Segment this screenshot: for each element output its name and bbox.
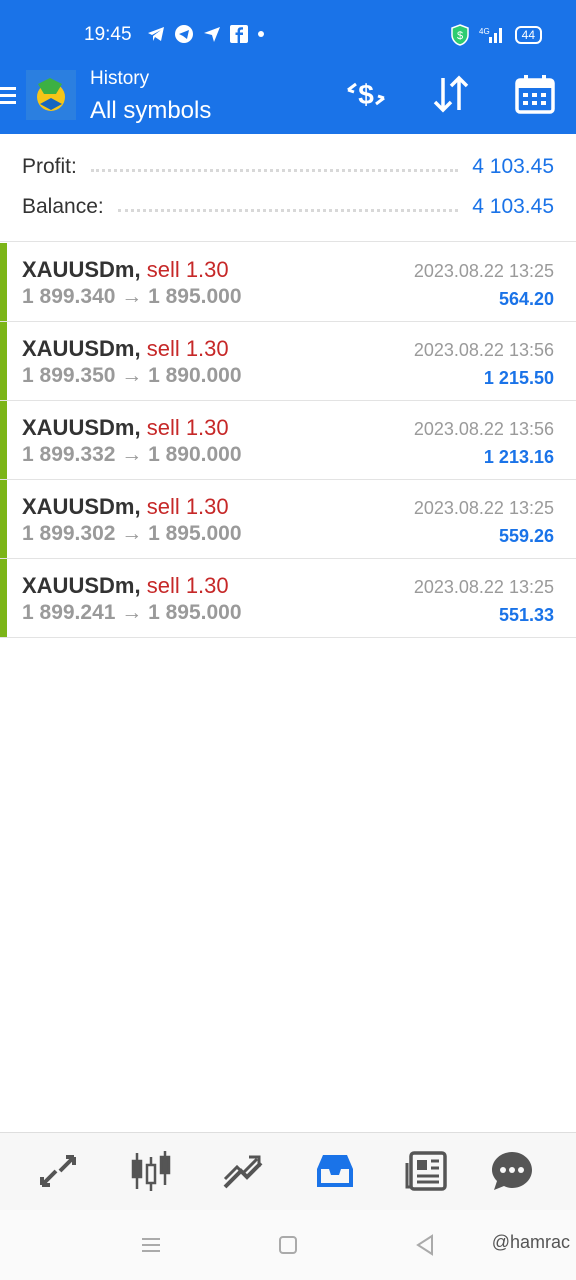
- profit-indicator-bar: [0, 480, 7, 558]
- news-icon[interactable]: [405, 1149, 449, 1193]
- menu-icon[interactable]: [0, 84, 16, 108]
- deal-row[interactable]: XAUUSDm, sell 1.30 1 899.241 → 1 895.000…: [0, 559, 576, 638]
- system-icons: $ 4G 44: [450, 24, 542, 46]
- dotted-leader: [90, 168, 459, 172]
- watermark-text: @hamrac: [491, 1232, 570, 1252]
- system-nav-bar: [0, 1210, 576, 1280]
- profit-label: Profit:: [22, 155, 77, 178]
- facebook-icon: [230, 25, 248, 43]
- battery-indicator: 44: [514, 26, 542, 44]
- balance-value: 4 103.45: [472, 195, 554, 218]
- deal-type: sell 1.30: [146, 415, 229, 440]
- signal-icon: 4G: [479, 27, 502, 43]
- deal-profit: 551.33: [498, 605, 554, 625]
- profit-indicator-bar: [0, 559, 7, 637]
- app-logo: [26, 70, 76, 120]
- calendar-icon[interactable]: [513, 72, 557, 116]
- deal-type: sell 1.30: [146, 257, 229, 282]
- more-dot-icon: [258, 31, 264, 37]
- quotes-icon[interactable]: [36, 1149, 80, 1193]
- messages-icon[interactable]: [490, 1149, 534, 1193]
- deal-prices: 1 899.332 → 1 890.000: [22, 443, 242, 466]
- deal-date: 2023.08.22 13:56: [413, 340, 554, 360]
- trade-icon[interactable]: [221, 1149, 265, 1193]
- deal-symbol: XAUUSDm, sell 1.30: [22, 257, 229, 282]
- deal-symbol: XAUUSDm, sell 1.30: [22, 494, 229, 519]
- deal-type: sell 1.30: [146, 573, 229, 598]
- status-time: 19:45: [84, 24, 132, 45]
- status-bar: 19:45 $ 4G 44: [0, 0, 576, 70]
- history-icon[interactable]: [313, 1149, 357, 1193]
- balance-row: Balance: 4 103.45: [22, 192, 554, 222]
- deal-profit: 559.26: [498, 526, 554, 546]
- notification-icons: [146, 24, 266, 44]
- bottom-tab-bar: [0, 1132, 576, 1210]
- deal-date: 2023.08.22 13:25: [413, 498, 554, 518]
- home-icon[interactable]: [277, 1234, 299, 1256]
- deal-symbol: XAUUSDm, sell 1.30: [22, 336, 229, 361]
- send-icon: [204, 27, 220, 42]
- deal-row[interactable]: XAUUSDm, sell 1.30 1 899.332 → 1 890.000…: [0, 401, 576, 480]
- balance-label: Balance:: [22, 195, 104, 218]
- svg-text:$: $: [457, 30, 463, 42]
- header-subtitle[interactable]: All symbols: [90, 97, 211, 125]
- deal-prices: 1 899.302 → 1 895.000: [22, 522, 242, 545]
- deal-row[interactable]: XAUUSDm, sell 1.30 1 899.302 → 1 895.000…: [0, 480, 576, 559]
- telegram-icon: [148, 27, 164, 41]
- deal-prices: 1 899.241 → 1 895.000: [22, 601, 242, 624]
- symbol-filter-icon[interactable]: $: [344, 72, 388, 116]
- deal-prices: 1 899.340 → 1 895.000: [22, 285, 242, 308]
- chart-icon[interactable]: [129, 1149, 173, 1193]
- deal-symbol: XAUUSDm, sell 1.30: [22, 573, 229, 598]
- sort-icon[interactable]: [429, 72, 473, 116]
- deal-symbol: XAUUSDm, sell 1.30: [22, 415, 229, 440]
- deal-date: 2023.08.22 13:56: [413, 419, 554, 439]
- deal-row[interactable]: XAUUSDm, sell 1.30 1 899.340 → 1 895.000…: [0, 243, 576, 322]
- profit-row: Profit: 4 103.45: [22, 152, 554, 182]
- shield-icon: $: [450, 24, 469, 46]
- back-icon[interactable]: [414, 1234, 436, 1256]
- summary-panel: Profit: 4 103.45 Balance: 4 103.45: [0, 134, 576, 242]
- svg-text:$: $: [358, 79, 374, 110]
- deal-profit: 564.20: [498, 289, 554, 309]
- profit-value: 4 103.45: [472, 155, 554, 178]
- dotted-leader: [117, 208, 459, 212]
- app-header: 19:45 $ 4G 44 History All symbols $: [0, 0, 576, 134]
- profit-indicator-bar: [0, 243, 7, 321]
- deal-date: 2023.08.22 13:25: [413, 577, 554, 597]
- telegram-circle-icon: [175, 25, 193, 43]
- deal-type: sell 1.30: [146, 494, 229, 519]
- deal-prices: 1 899.350 → 1 890.000: [22, 364, 242, 387]
- deal-date: 2023.08.22 13:25: [413, 261, 554, 281]
- deal-profit: 1 213.16: [483, 447, 554, 467]
- profit-indicator-bar: [0, 401, 7, 479]
- deal-type: sell 1.30: [146, 336, 229, 361]
- deal-profit: 1 215.50: [483, 368, 554, 388]
- profit-indicator-bar: [0, 322, 7, 400]
- recent-apps-icon[interactable]: [140, 1234, 162, 1256]
- svg-text:4G: 4G: [479, 27, 490, 36]
- header-title: History: [90, 68, 150, 89]
- deal-row[interactable]: XAUUSDm, sell 1.30 1 899.350 → 1 890.000…: [0, 322, 576, 401]
